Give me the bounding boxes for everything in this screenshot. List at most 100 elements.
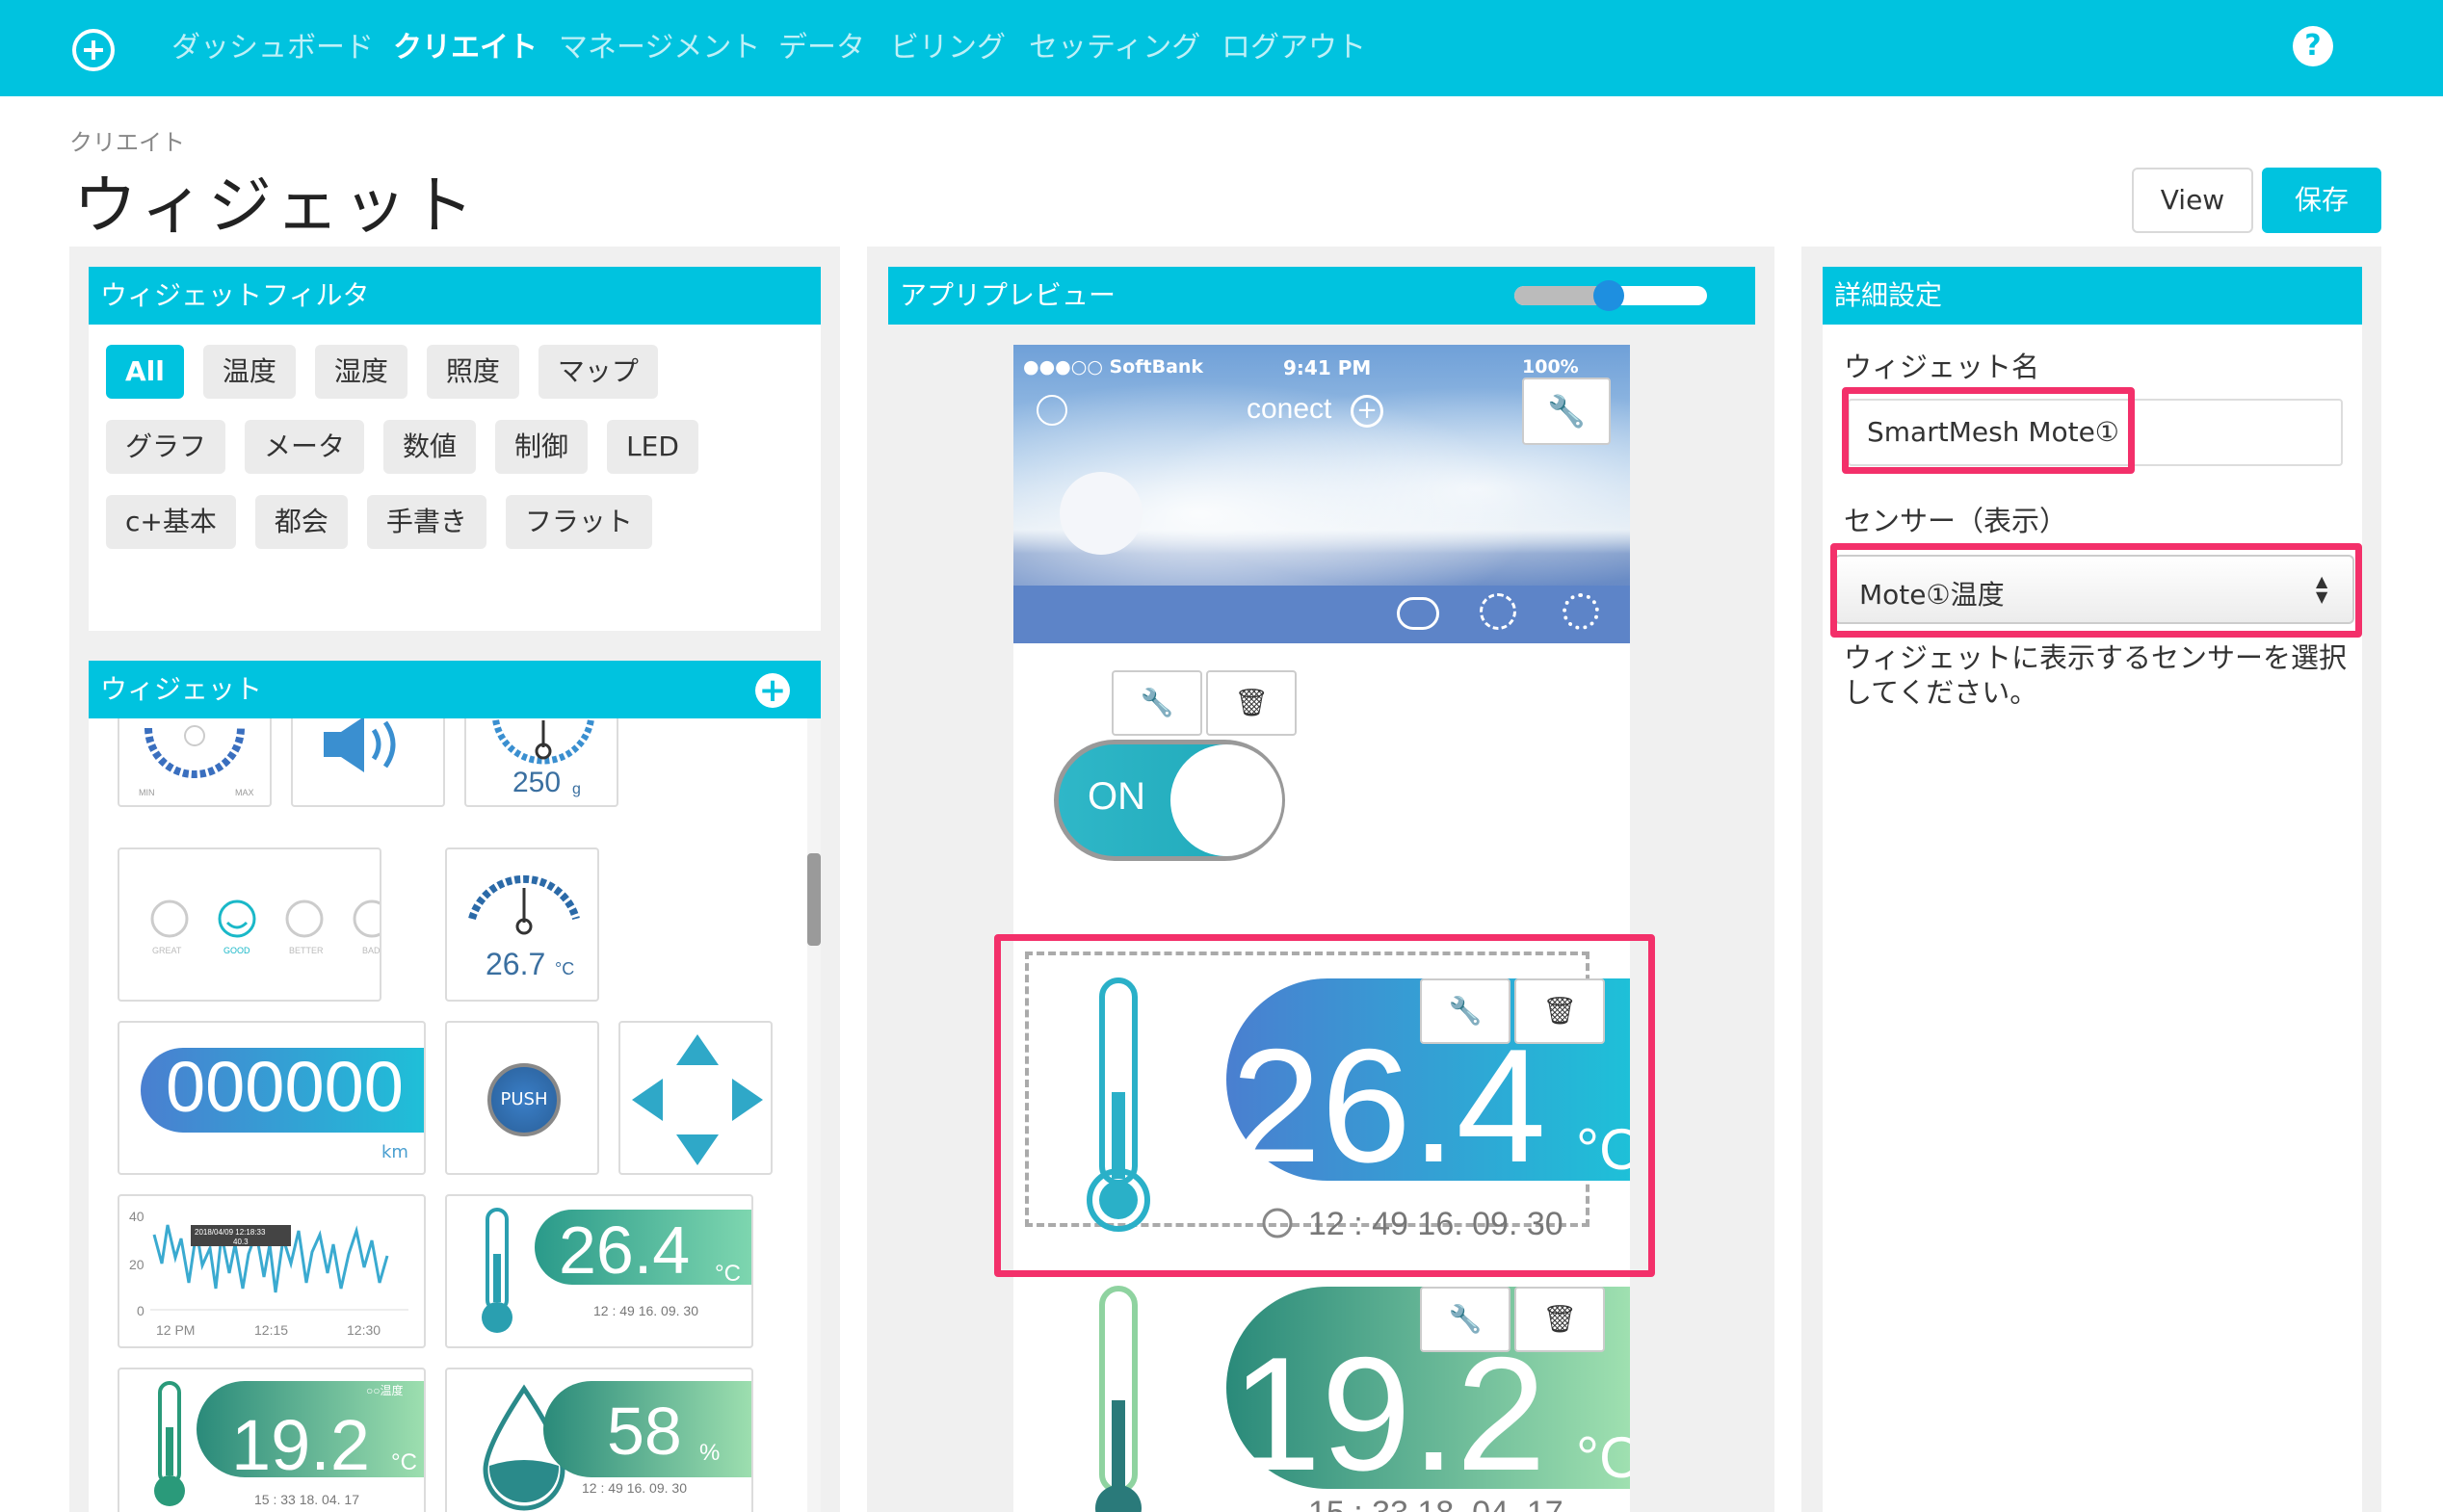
filter-chip-list: All 温度 湿度 照度 マップ グラフ メータ 数値 制御 LED c+基本 都会 手書き フラット [106, 345, 838, 570]
app-title: conect [1247, 393, 1332, 425]
filter-chip-map[interactable]: マップ [538, 345, 658, 399]
hamburger-menu-icon[interactable] [1037, 395, 1067, 426]
scale-gauge-value: 250 [512, 767, 561, 798]
sensor-select-highlight [1830, 543, 2362, 638]
filter-chip-humidity[interactable]: 湿度 [314, 345, 407, 399]
refresh-icon[interactable] [1480, 593, 1516, 630]
widget-panel-header: ウィジェット [89, 661, 821, 718]
widget-tile-faces[interactable]: GREAT GOOD BETTER BAD [118, 847, 381, 1002]
thermometer-teal-icon: 26.4 °C 12 : 49 16. 09. 30 [482, 1208, 751, 1333]
line-graph-icon: 40 20 0 2018/04/09 12:18:33 40.3 12 PM 1… [129, 1209, 408, 1338]
face-rating-icon: GREAT GOOD BETTER BAD [150, 899, 381, 955]
widget-list-scrollbar-thumb[interactable] [807, 853, 821, 946]
filter-chip-number[interactable]: 数値 [383, 420, 477, 474]
filter-chip-led[interactable]: LED [607, 420, 698, 474]
widget-tile-humidity[interactable]: 58 % 12 : 49 16. 09. 30 [445, 1368, 753, 1512]
nav-management[interactable]: マネージメント [559, 23, 760, 65]
widget-tile-thermo-teal[interactable]: 26.4 °C 12 : 49 16. 09. 30 [445, 1194, 753, 1348]
push-button-icon: PUSH [487, 1063, 561, 1136]
filter-chip-meter[interactable]: メータ [245, 420, 365, 474]
preview-zoom-handle[interactable] [1593, 280, 1624, 311]
widget-tile-dpad[interactable] [618, 1021, 773, 1175]
dpad-arrows-icon [632, 1034, 763, 1165]
selected-widget-highlight [994, 934, 1655, 1277]
widget-tile-speaker[interactable] [291, 718, 445, 807]
nav-settings[interactable]: セッティング [1029, 23, 1200, 65]
filter-chip-control[interactable]: 制御 [495, 420, 589, 474]
preview-zoom-slider[interactable] [1514, 280, 1707, 311]
on-toggle-switch[interactable]: ON [1054, 740, 1285, 861]
face-label-good: GOOD [223, 946, 250, 955]
view-button[interactable]: View [2132, 168, 2253, 233]
filter-chip-temperature[interactable]: 温度 [202, 345, 296, 399]
water-drop-icon: 58 % 12 : 49 16. 09. 30 [483, 1381, 751, 1511]
save-button[interactable]: 保存 [2262, 168, 2381, 233]
filter-chip-handwritten[interactable]: 手書き [366, 495, 486, 549]
nav-billing[interactable]: ビリング [890, 23, 1006, 65]
temp-second-unit: °C [1576, 1425, 1630, 1490]
meter-unit: °C [555, 959, 574, 978]
temp-second-trash-icon[interactable]: 🗑 [1514, 1287, 1605, 1352]
thermo-green-time: 15 : 33 18. 04. 17 [254, 1492, 359, 1507]
toggle-knob [1170, 744, 1282, 856]
graph-x-label-1: 12 PM [156, 1322, 195, 1338]
page-title: ウィジェット [73, 169, 478, 243]
counter-unit: km [381, 1142, 408, 1162]
breadcrumb[interactable]: クリエイト [69, 123, 185, 157]
face-label-great: GREAT [152, 946, 182, 955]
wrench-icon[interactable]: 🔧 [1522, 378, 1611, 445]
toggle-trash-icon[interactable]: 🗑 [1206, 670, 1297, 736]
sensor-label: センサー（表示） [1844, 505, 2068, 537]
humidity-value: 58 [607, 1394, 682, 1469]
thermo-teal-value: 26.4 [559, 1212, 690, 1288]
thermo-green-value: 19.2 [231, 1405, 370, 1485]
humidity-time: 12 : 49 16. 09. 30 [582, 1480, 687, 1496]
thermo-teal-time: 12 : 49 16. 09. 30 [593, 1303, 698, 1318]
gear-icon[interactable] [1563, 593, 1599, 630]
status-carrier: ●●●○○ SoftBank [1023, 356, 1204, 378]
graph-x-label-2: 12:15 [254, 1322, 288, 1338]
widget-tile-counter[interactable]: 000000 km [118, 1021, 426, 1175]
toggle-wrench-icon[interactable]: 🔧 [1112, 670, 1202, 736]
speaker-icon [324, 718, 396, 772]
nav-data[interactable]: データ [778, 23, 865, 65]
widget-tile-graph[interactable]: 40 20 0 2018/04/09 12:18:33 40.3 12 PM 1… [118, 1194, 426, 1348]
scale-gauge-icon: 250 g [491, 718, 595, 798]
counter-value: 000000 [166, 1047, 404, 1127]
add-widget-icon[interactable]: + [755, 673, 790, 708]
nav-create[interactable]: クリエイト [393, 23, 538, 65]
meter-gauge-icon: 26.7 °C [468, 874, 580, 981]
widget-list-scrollbar-track[interactable] [807, 718, 821, 1512]
status-battery: 100% [1522, 356, 1579, 378]
filter-chip-illuminance[interactable]: 照度 [426, 345, 519, 399]
filter-chip-cplus-basic[interactable]: c+基本 [106, 495, 236, 549]
help-icon[interactable]: ? [2293, 26, 2333, 66]
graph-tooltip-value: 40.3 [233, 1238, 249, 1246]
moon-icon [1060, 472, 1143, 555]
nav-logout[interactable]: ログアウト [1222, 23, 1366, 65]
face-label-bad: BAD [362, 946, 381, 955]
dial-min-label: MIN [139, 788, 155, 797]
nav-dashboard[interactable]: ダッシュボード [171, 23, 374, 65]
widget-tile-dial[interactable]: MIN MAX [118, 718, 272, 807]
graph-y-label-40: 40 [129, 1209, 144, 1224]
graph-x-label-3: 12:30 [347, 1322, 381, 1338]
widget-tile-meter[interactable]: 26.7 °C [445, 847, 599, 1002]
status-time: 9:41 PM [1283, 356, 1372, 379]
filter-chip-flat[interactable]: フラット [505, 495, 652, 549]
widget-tile-push[interactable]: PUSH [445, 1021, 599, 1175]
filter-chip-graph[interactable]: グラフ [106, 420, 226, 474]
conect-logo-icon[interactable] [72, 29, 115, 71]
filter-chip-all[interactable]: All [106, 345, 184, 399]
humidity-unit: % [699, 1440, 720, 1466]
widget-name-label: ウィジェット名 [1844, 351, 2040, 383]
widget-tile-scale-gauge[interactable]: 250 g [464, 718, 618, 807]
filter-chip-urban[interactable]: 都会 [254, 495, 348, 549]
graph-tooltip-time: 2018/04/09 12:18:33 [195, 1228, 266, 1237]
cloud-upload-icon[interactable] [1397, 597, 1439, 630]
thermo-green-tag: ○○温度 [366, 1383, 404, 1397]
temp-second-wrench-icon[interactable]: 🔧 [1420, 1287, 1510, 1352]
widget-tile-thermo-green[interactable]: ○○温度 19.2 °C 15 : 33 18. 04. 17 [118, 1368, 426, 1512]
sensor-help-text-2: してください。 [1844, 676, 2038, 709]
thermometer-green-preview-icon [1095, 1286, 1142, 1512]
